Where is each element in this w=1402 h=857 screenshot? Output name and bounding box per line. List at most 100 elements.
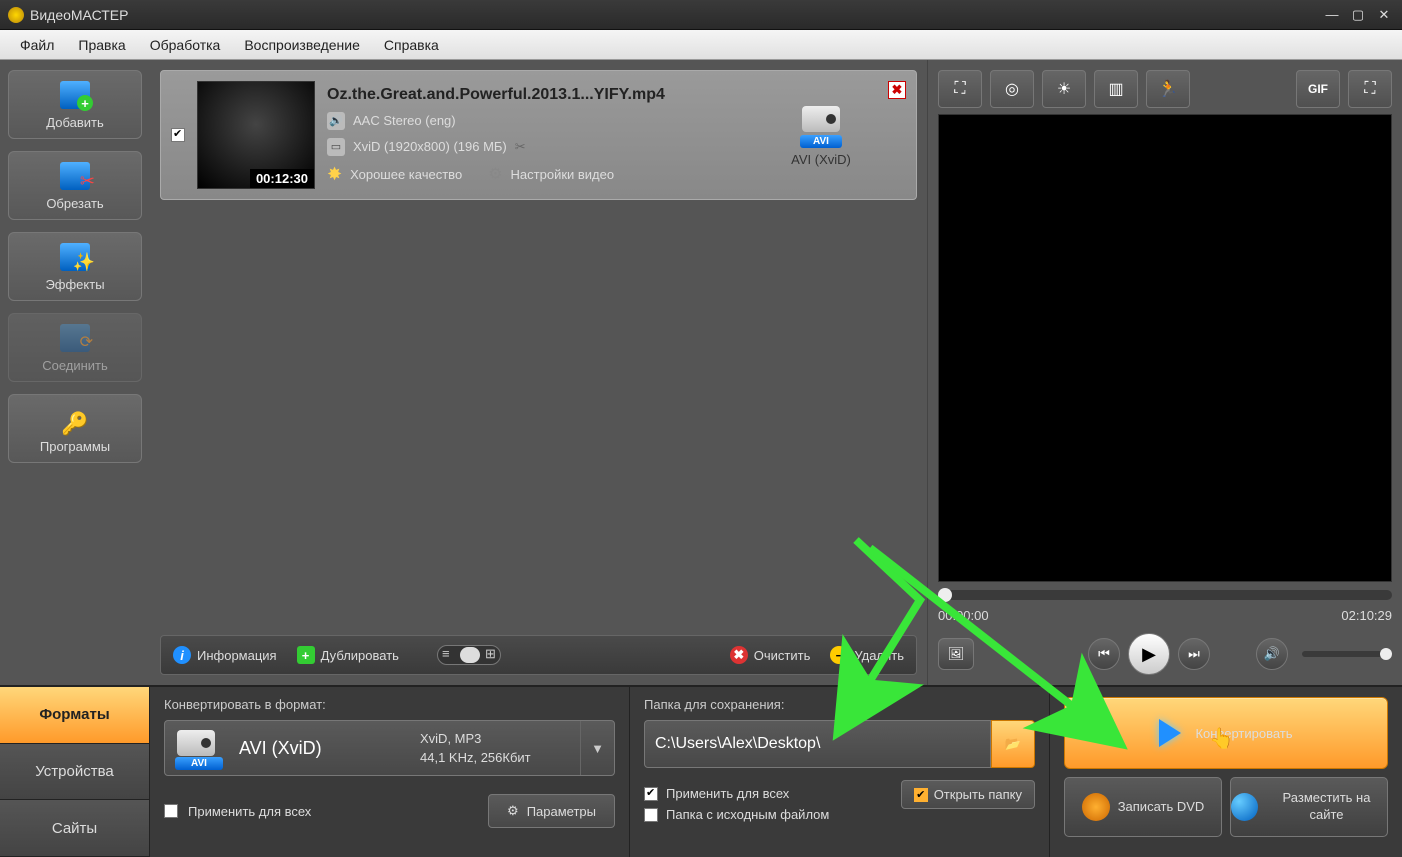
gif-button[interactable]: GIF bbox=[1296, 70, 1340, 108]
close-window-button[interactable]: ✕ bbox=[1374, 8, 1394, 22]
info-icon: i bbox=[173, 646, 191, 664]
save-path-input[interactable]: C:\Users\Alex\Desktop\ bbox=[644, 720, 991, 768]
add-film-icon: + bbox=[55, 79, 95, 111]
prev-button[interactable]: ⏮ bbox=[1088, 638, 1120, 670]
cut-label: Обрезать bbox=[46, 196, 103, 211]
programs-button[interactable]: 🔑 Программы bbox=[8, 394, 142, 463]
preview-panel: ⛶ ◎ ☀ ▥ 🏃 GIF ⛶ 00:00:00 02:10:29 🖼 ⏮ ▶ … bbox=[927, 60, 1402, 685]
titlebar: ВидеоМАСТЕР — ▢ ✕ bbox=[0, 0, 1402, 30]
menu-help[interactable]: Справка bbox=[372, 33, 451, 57]
apply-all-save-label: Применить для всех bbox=[666, 786, 789, 801]
save-panel: Папка для сохранения: C:\Users\Alex\Desk… bbox=[630, 687, 1050, 857]
mute-button[interactable]: 🔊 bbox=[1256, 638, 1288, 670]
same-folder-checkbox[interactable] bbox=[644, 808, 658, 822]
view-toggle[interactable] bbox=[437, 645, 501, 665]
scissors-film-icon: ✂ bbox=[55, 160, 95, 192]
open-folder-button[interactable]: ✔Открыть папку bbox=[901, 780, 1035, 809]
volume-slider[interactable] bbox=[1302, 651, 1392, 657]
speed-button[interactable]: 🏃 bbox=[1146, 70, 1190, 108]
video-icon: ▭ bbox=[327, 138, 345, 156]
maximize-button[interactable]: ▢ bbox=[1348, 8, 1368, 22]
selected-format-name: AVI (XviD) bbox=[233, 738, 420, 759]
save-panel-label: Папка для сохранения: bbox=[644, 697, 1035, 712]
format-panel-label: Конвертировать в формат: bbox=[164, 697, 615, 712]
fullscreen-button[interactable]: ⛶ bbox=[1348, 70, 1392, 108]
apply-all-format-label: Применить для всех bbox=[188, 804, 311, 819]
join-label: Соединить bbox=[42, 358, 108, 373]
list-toolbar: iИнформация +Дублировать ✖Очистить −Удал… bbox=[160, 635, 917, 675]
menubar: Файл Правка Обработка Воспроизведение Сп… bbox=[0, 30, 1402, 60]
file-duration: 00:12:30 bbox=[250, 169, 314, 188]
join-film-icon: ⟳ bbox=[55, 322, 95, 354]
same-folder-label: Папка с исходным файлом bbox=[666, 807, 829, 822]
clear-button[interactable]: ✖Очистить bbox=[730, 646, 811, 664]
menu-edit[interactable]: Правка bbox=[66, 33, 137, 57]
wand-film-icon: ✨ bbox=[55, 241, 95, 273]
sidebar: + Добавить ✂ Обрезать ✨ Эффекты ⟳ Соедин… bbox=[0, 60, 150, 685]
current-time: 00:00:00 bbox=[938, 608, 989, 623]
app-logo-icon bbox=[8, 7, 24, 23]
apply-all-save-checkbox[interactable] bbox=[644, 787, 658, 801]
programs-label: Программы bbox=[40, 439, 110, 454]
gear-icon[interactable]: ⚙ bbox=[488, 164, 502, 184]
file-title: Oz.the.Great.and.Powerful.2013.1...YIFY.… bbox=[327, 86, 754, 104]
video-preview[interactable] bbox=[938, 114, 1392, 582]
dvd-icon bbox=[1082, 793, 1110, 821]
menu-file[interactable]: Файл bbox=[8, 33, 66, 57]
file-settings[interactable]: Настройки видео bbox=[511, 167, 615, 182]
check-icon: ✔ bbox=[914, 788, 928, 802]
brightness-button[interactable]: ☀ bbox=[1042, 70, 1086, 108]
key-icon: 🔑 bbox=[55, 403, 95, 435]
format-badge: AVI bbox=[800, 135, 842, 148]
apply-all-format-checkbox[interactable] bbox=[164, 804, 178, 818]
clear-icon: ✖ bbox=[730, 646, 748, 664]
audio-icon: 🔊 bbox=[327, 112, 345, 130]
join-button[interactable]: ⟳ Соединить bbox=[8, 313, 142, 382]
parameters-button[interactable]: ⚙Параметры bbox=[488, 794, 615, 828]
file-audio: AAC Stereo (eng) bbox=[353, 113, 456, 128]
clip-button[interactable]: ▥ bbox=[1094, 70, 1138, 108]
globe-icon bbox=[1231, 793, 1258, 821]
enhance-button[interactable]: ◎ bbox=[990, 70, 1034, 108]
remove-file-button[interactable]: ✖ bbox=[888, 81, 906, 99]
file-video: XviD (1920x800) (196 МБ) bbox=[353, 139, 507, 154]
seek-slider[interactable] bbox=[938, 590, 1392, 600]
format-selector[interactable]: AVI AVI (XviD) XviD, MP344,1 KHz, 256Кби… bbox=[164, 720, 615, 776]
chevron-down-icon[interactable]: ▼ bbox=[580, 721, 614, 775]
cut-small-icon[interactable]: ✂ bbox=[515, 139, 526, 155]
menu-process[interactable]: Обработка bbox=[138, 33, 233, 57]
snapshot-button[interactable]: 🖼 bbox=[938, 638, 974, 670]
file-row[interactable]: 00:12:30 Oz.the.Great.and.Powerful.2013.… bbox=[160, 70, 917, 200]
output-tabs: Форматы Устройства Сайты bbox=[0, 687, 150, 857]
add-button[interactable]: + Добавить bbox=[8, 70, 142, 139]
file-checkbox[interactable] bbox=[171, 128, 185, 142]
next-button[interactable]: ⏭ bbox=[1178, 638, 1210, 670]
total-time: 02:10:29 bbox=[1341, 608, 1392, 623]
minimize-button[interactable]: — bbox=[1322, 8, 1342, 22]
cut-button[interactable]: ✂ Обрезать bbox=[8, 151, 142, 220]
format-panel: Конвертировать в формат: AVI AVI (XviD) … bbox=[150, 687, 630, 857]
app-title: ВидеоМАСТЕР bbox=[30, 7, 1316, 23]
delete-button[interactable]: −Удалить bbox=[830, 646, 904, 664]
browse-folder-button[interactable]: 📂 bbox=[991, 720, 1035, 768]
file-thumbnail[interactable]: 00:12:30 bbox=[197, 81, 315, 189]
info-button[interactable]: iИнформация bbox=[173, 646, 277, 664]
minus-icon: − bbox=[830, 646, 848, 664]
format-camera-icon[interactable]: AVI bbox=[796, 104, 846, 148]
effects-button[interactable]: ✨ Эффекты bbox=[8, 232, 142, 301]
folder-icon: 📂 bbox=[1005, 736, 1021, 752]
action-panel: Конвертировать Записать DVD Разместить н… bbox=[1050, 687, 1402, 857]
publish-button[interactable]: Разместить на сайте bbox=[1230, 777, 1388, 837]
play-button[interactable]: ▶ bbox=[1128, 633, 1170, 675]
crop-button[interactable]: ⛶ bbox=[938, 70, 982, 108]
burn-dvd-button[interactable]: Записать DVD bbox=[1064, 777, 1222, 837]
file-format-label: AVI (XviD) bbox=[766, 152, 876, 167]
quality-star-icon: ✸ bbox=[327, 164, 342, 185]
convert-button[interactable]: Конвертировать bbox=[1064, 697, 1388, 769]
tab-sites[interactable]: Сайты bbox=[0, 800, 149, 857]
tab-formats[interactable]: Форматы bbox=[0, 687, 149, 744]
add-label: Добавить bbox=[46, 115, 103, 130]
tab-devices[interactable]: Устройства bbox=[0, 744, 149, 801]
duplicate-button[interactable]: +Дублировать bbox=[297, 646, 399, 664]
menu-playback[interactable]: Воспроизведение bbox=[232, 33, 372, 57]
